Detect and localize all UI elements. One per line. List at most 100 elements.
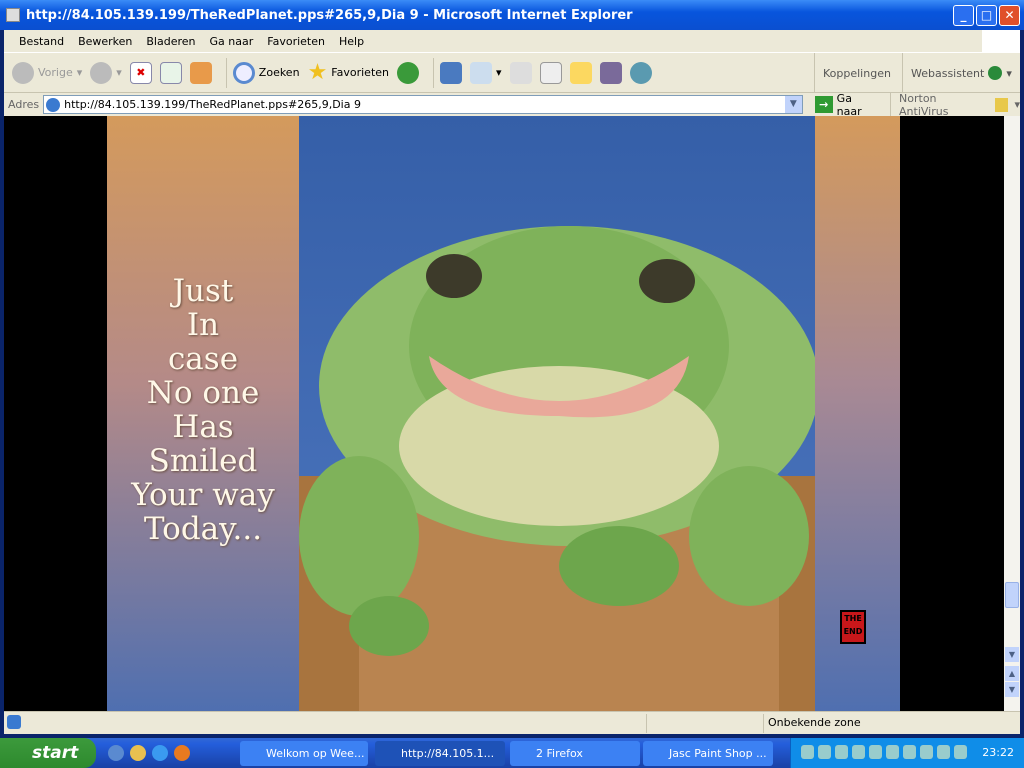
webassistant-button[interactable]: Webassistent ▾ [902,53,1020,93]
research-icon [599,61,622,84]
task-ie-active[interactable]: http://84.105.1... [375,741,505,766]
slide-left-panel: Just In case No one Has Smiled Your way … [107,116,299,711]
vertical-scrollbar[interactable]: ▼ ▲ ▼ [1004,116,1020,711]
ie-page-icon [6,8,20,22]
go-button[interactable]: → Ga naar [809,91,892,118]
messenger-icon [629,61,652,84]
edit-icon [539,61,562,84]
menu-favorieten[interactable]: Favorieten [260,35,332,48]
firefox-icon[interactable] [174,745,190,761]
security-zone: Onbekende zone [768,716,861,729]
search-button[interactable]: Zoeken [232,61,300,84]
smiling-frog-image [299,226,815,711]
tray-icon[interactable] [886,745,899,759]
ie-page-icon [7,715,21,729]
slide-line: In [186,307,220,343]
messenger-button[interactable] [629,61,652,84]
tray-icon[interactable] [835,745,848,759]
slide-line: Just [172,273,234,309]
favorites-label: Favorieten [331,66,389,79]
go-arrow-icon: → [814,96,833,113]
favorites-button[interactable]: ★ Favorieten [308,60,389,85]
tools-icon [440,61,462,84]
menu-bestand[interactable]: Bestand [12,35,71,48]
tray-icon[interactable] [903,745,916,759]
address-dropdown-button[interactable]: ▼ [784,96,802,113]
address-bar: Adres http://84.105.139.199/TheRedPlanet… [4,91,1020,118]
star-icon: ★ [307,60,328,85]
tray-icon[interactable] [818,745,831,759]
tray-icon[interactable] [954,745,967,759]
taskbar: start Welkom op Wee... http://84.105.1..… [0,738,1024,768]
forward-button[interactable]: ▾ [90,61,122,84]
search-icon [232,61,255,84]
the-end-badge[interactable]: THE END [840,610,866,644]
back-button[interactable]: Vorige ▾ [12,61,82,84]
explorer-icon[interactable] [130,745,146,761]
research-button[interactable] [599,61,622,84]
address-label: Adres [8,98,40,111]
slide-line: case [167,341,239,377]
task-firefox-group[interactable]: 2 Firefox [510,741,640,766]
stop-icon: ✖ [129,61,152,84]
page-down-button[interactable]: ▼ [1005,682,1019,697]
menu-bladeren[interactable]: Bladeren [139,35,202,48]
slide-line: Your way [131,477,275,513]
title-bar: http://84.105.139.199/TheRedPlanet.pps#2… [0,0,1024,30]
download-icon[interactable] [937,745,950,759]
norton-antivirus-button[interactable]: Norton AntiVirus ▾ [891,92,1020,118]
menu-help[interactable]: Help [332,35,371,48]
minimize-button[interactable]: _ [953,5,974,26]
status-bar: Onbekende zone [4,711,1020,734]
printer-icon [509,61,532,84]
page-up-button[interactable]: ▲ [1005,666,1019,681]
mail-button[interactable]: ▾ [470,61,502,84]
links-button[interactable]: Koppelingen [814,53,902,93]
close-button[interactable]: ✕ [999,5,1020,26]
maximize-button[interactable]: □ [976,5,997,26]
slide-viewport: Just In case No one Has Smiled Your way … [4,116,1004,711]
tray-icon[interactable] [869,745,882,759]
address-value: http://84.105.139.199/TheRedPlanet.pps#2… [64,98,361,111]
tray-icon[interactable] [920,745,933,759]
task-welkom[interactable]: Welkom op Wee... [240,741,368,766]
refresh-icon [159,61,182,84]
webassistant-label: Webassistent [911,66,985,80]
bluetooth-icon[interactable] [852,745,865,759]
norton-icon [994,97,1009,112]
scroll-down-button[interactable]: ▼ [1005,647,1019,662]
slide-line: No one [146,375,260,411]
status-cells [646,714,764,733]
address-input[interactable]: http://84.105.139.199/TheRedPlanet.pps#2… [43,95,803,114]
menu-ga-naar[interactable]: Ga naar [203,35,261,48]
history-icon [397,61,419,84]
ie-page-icon [46,97,61,112]
history-button[interactable] [397,61,419,84]
windows-logo-icon [982,30,1020,52]
menu-bewerken[interactable]: Bewerken [71,35,139,48]
toolbar: Vorige ▾ ▾ ✖ Zoeken ★ Favorieten ▾ Koppel… [4,52,1020,93]
slide-line: Today... [143,511,263,547]
tools-button[interactable] [440,61,462,84]
notes-button[interactable] [569,61,592,84]
home-button[interactable] [189,61,212,84]
back-label: Vorige [38,66,73,79]
task-paint-shop[interactable]: Jasc Paint Shop ... [643,741,773,766]
home-icon [189,61,212,84]
clock: 23:22 [982,746,1014,759]
show-desktop-icon[interactable] [108,745,124,761]
go-label: Ga naar [836,91,862,118]
back-arrow-icon [12,61,34,84]
note-icon [569,61,592,84]
scroll-thumb[interactable] [1005,582,1019,608]
norton-label: Norton AntiVirus [899,91,949,118]
ie-icon[interactable] [152,745,168,761]
tray-icon[interactable] [801,745,814,759]
search-label: Zoeken [258,66,300,79]
print-button[interactable] [509,61,532,84]
globe-icon [988,66,1003,80]
edit-button[interactable] [539,61,562,84]
start-button[interactable]: start [0,738,96,768]
refresh-button[interactable] [159,61,182,84]
stop-button[interactable]: ✖ [129,61,152,84]
